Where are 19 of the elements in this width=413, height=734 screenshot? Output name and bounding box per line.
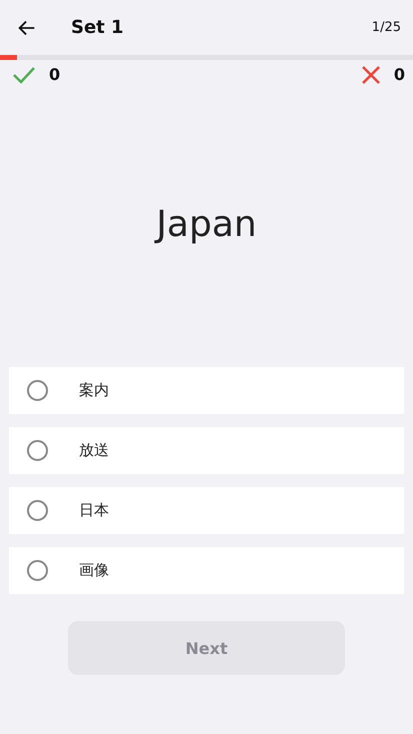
- option-label: 案内: [79, 381, 109, 400]
- option-label: 画像: [79, 561, 109, 580]
- radio-button[interactable]: [27, 380, 48, 401]
- cross-icon: [362, 66, 380, 84]
- radio-button[interactable]: [27, 440, 48, 461]
- question-word: Japan: [153, 204, 258, 245]
- radio-button[interactable]: [27, 500, 48, 521]
- answer-option[interactable]: 画像: [9, 547, 404, 594]
- wrong-count: 0: [394, 65, 405, 84]
- option-label: 日本: [79, 501, 109, 520]
- answer-option[interactable]: 案内: [9, 367, 404, 414]
- check-icon: [13, 66, 35, 84]
- radio-button[interactable]: [27, 560, 48, 581]
- option-label: 放送: [79, 441, 109, 460]
- question-counter: 1/25: [372, 20, 401, 35]
- set-title: Set 1: [71, 17, 125, 38]
- correct-count: 0: [49, 65, 60, 84]
- answer-option[interactable]: 放送: [9, 427, 404, 474]
- answer-option[interactable]: 日本: [9, 487, 404, 534]
